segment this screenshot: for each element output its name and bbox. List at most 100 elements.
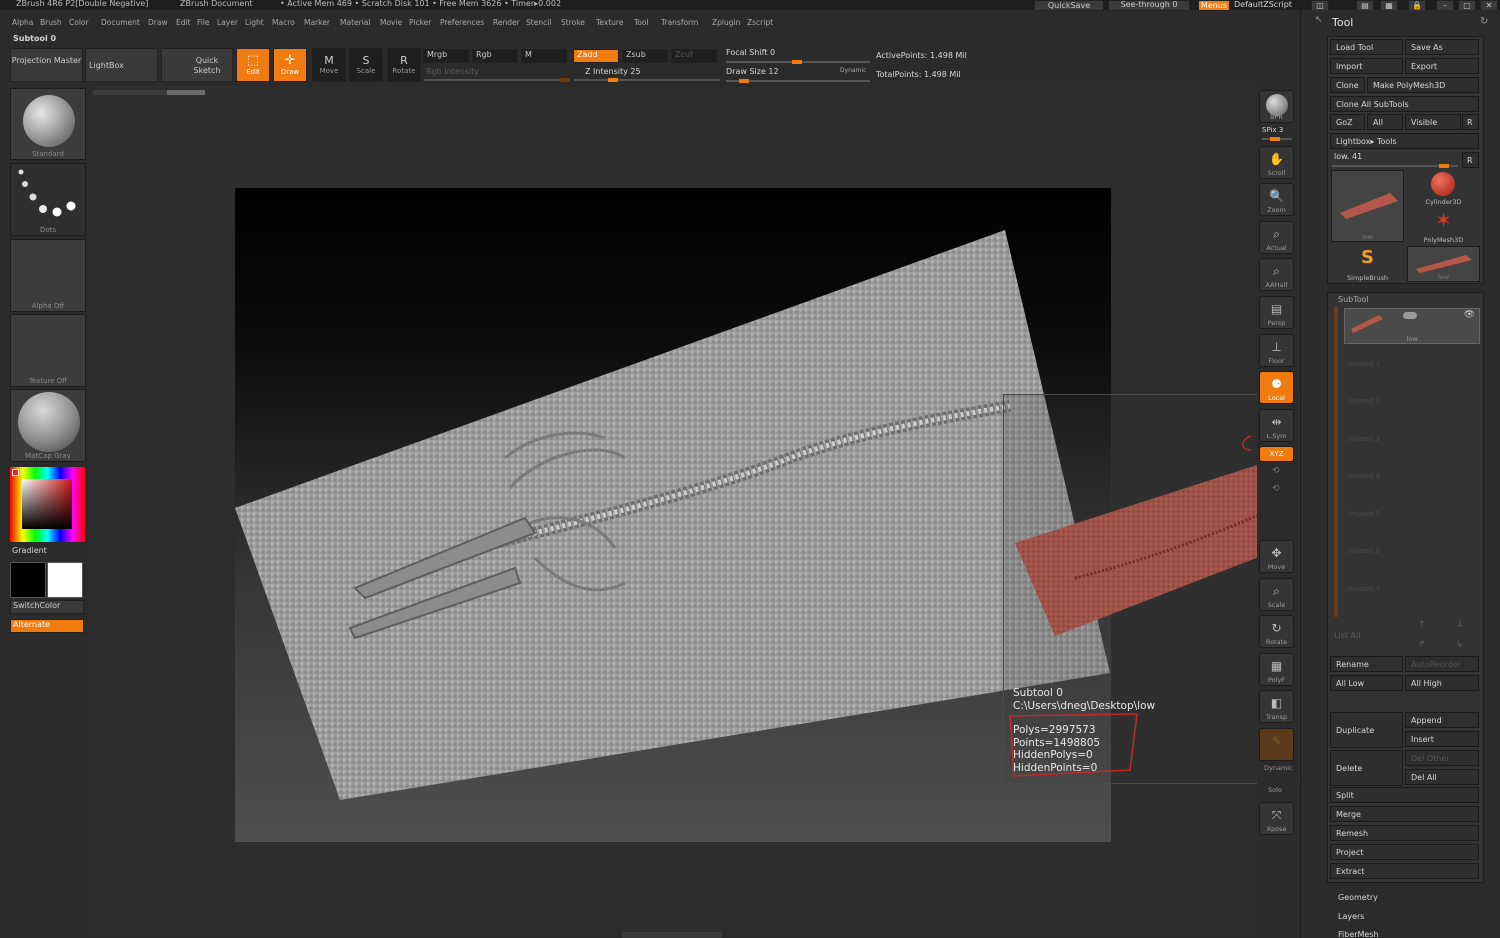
dynamic-label[interactable]: Dynamic xyxy=(1264,764,1293,772)
rgb-intensity-slider[interactable]: Rgb Intensity xyxy=(426,67,479,76)
menu-alpha[interactable]: Alpha xyxy=(12,18,33,27)
aahalf-button[interactable]: ⌕ AAHalf xyxy=(1259,258,1294,291)
move-view-button[interactable]: ✥ Move xyxy=(1259,540,1294,573)
scale-view-button[interactable]: ⌕ Scale xyxy=(1259,578,1294,611)
persp-button[interactable]: ▤ Persp xyxy=(1259,296,1294,329)
menu-layer[interactable]: Layer xyxy=(217,18,238,27)
menu-tool[interactable]: Tool xyxy=(634,18,649,27)
menu-stencil[interactable]: Stencil xyxy=(526,18,551,27)
menu-marker[interactable]: Marker xyxy=(304,18,330,27)
geometry-section[interactable]: Geometry xyxy=(1338,893,1378,902)
spix-slider[interactable]: SPix 3 xyxy=(1262,126,1283,134)
draw-size-slider[interactable]: Draw Size 12 xyxy=(726,67,779,76)
tool-thumb-low-2[interactable]: low xyxy=(1407,246,1480,282)
m-button[interactable]: M xyxy=(521,49,567,63)
subtool-header[interactable]: SubTool xyxy=(1338,295,1369,304)
scale-button[interactable]: S Scale xyxy=(349,48,383,82)
menu-file[interactable]: File xyxy=(197,18,210,27)
edit-button[interactable]: ⬚ Edit xyxy=(236,48,270,82)
zadd-button[interactable]: Zadd xyxy=(573,49,619,63)
merge-button[interactable]: Merge xyxy=(1330,806,1479,822)
all-button[interactable]: All xyxy=(1367,114,1403,130)
extract-button[interactable]: Extract xyxy=(1330,863,1479,879)
subtool-toggle-icon[interactable] xyxy=(1403,312,1417,319)
menu-edit[interactable]: Edit xyxy=(176,18,191,27)
insert-button[interactable]: Insert xyxy=(1405,731,1479,747)
subtool-scrollbar[interactable] xyxy=(1334,307,1338,617)
canvas-scrollbar[interactable] xyxy=(93,90,205,95)
goz-button[interactable]: GoZ xyxy=(1330,114,1365,130)
menu-color[interactable]: Color xyxy=(69,18,89,27)
import-button[interactable]: Import xyxy=(1330,58,1403,74)
menu-zplugin[interactable]: Zplugin xyxy=(712,18,740,27)
secondary-color-swatch[interactable] xyxy=(10,562,46,598)
clone-all-subtools-button[interactable]: Clone All SubTools xyxy=(1330,96,1479,112)
low-tool-slider[interactable]: low. 41 xyxy=(1334,152,1362,161)
stroke-thumbnail[interactable]: Dots xyxy=(10,163,86,236)
delete-button[interactable]: Delete xyxy=(1330,750,1403,786)
scrollbar-thumb[interactable] xyxy=(167,90,205,95)
alternate-button[interactable]: Alternate xyxy=(10,619,84,633)
menu-material[interactable]: Material xyxy=(340,18,370,27)
low-r-button[interactable]: R xyxy=(1462,152,1479,168)
tool-thumb-polymesh3d[interactable]: ✶ PolyMesh3D xyxy=(1407,208,1480,244)
spix-track[interactable] xyxy=(1262,137,1292,141)
tool-thumb-cylinder3d[interactable]: Cylinder3D xyxy=(1407,170,1480,206)
move-down-icon[interactable]: ↓ xyxy=(1456,620,1464,630)
color-square[interactable] xyxy=(22,479,72,529)
gradient-label[interactable]: Gradient xyxy=(12,546,47,555)
xyz-button[interactable]: XYZ xyxy=(1259,446,1294,462)
tool-thumb-simplebrush[interactable]: S SimpleBrush xyxy=(1331,246,1404,282)
z-intensity-slider[interactable]: Z Intensity 25 xyxy=(585,67,641,76)
rotate-z-icon[interactable]: ⟲ xyxy=(1272,484,1280,494)
rgb-button[interactable]: Rgb xyxy=(472,49,518,63)
zcut-button[interactable]: Zcut xyxy=(671,49,717,63)
save-as-button[interactable]: Save As xyxy=(1405,39,1479,55)
move-button[interactable]: M Move xyxy=(312,48,346,82)
menu-picker[interactable]: Picker xyxy=(409,18,431,27)
z-intensity-track[interactable] xyxy=(574,78,720,82)
visible-button[interactable]: Visible xyxy=(1405,114,1461,130)
floor-button[interactable]: ⊥ Floor xyxy=(1259,334,1294,367)
menu-preferences[interactable]: Preferences xyxy=(440,18,484,27)
menu-document[interactable]: Document xyxy=(101,18,140,27)
draw-button[interactable]: ✛ Draw xyxy=(273,48,307,82)
menu-macro[interactable]: Macro xyxy=(272,18,295,27)
menu-brush[interactable]: Brush xyxy=(40,18,62,27)
dynamic-toggle[interactable]: Dynamic xyxy=(840,67,866,74)
move-up-icon[interactable]: ↑ xyxy=(1418,620,1426,630)
brush-thumbnail[interactable]: Standard xyxy=(10,88,86,160)
rename-button[interactable]: Rename xyxy=(1330,656,1403,672)
arrow-up-right-icon[interactable]: ↱ xyxy=(1418,640,1426,650)
append-button[interactable]: Append xyxy=(1405,712,1479,728)
make-polymesh-button[interactable]: Make PolyMesh3D xyxy=(1367,77,1479,93)
tool-thumb-low[interactable]: low xyxy=(1331,170,1404,242)
autoreorder-button[interactable]: AutoReorder xyxy=(1405,656,1479,672)
fibermesh-section[interactable]: FiberMesh xyxy=(1338,930,1379,938)
scroll-button[interactable]: ✋ Scroll xyxy=(1259,146,1294,179)
menu-stroke[interactable]: Stroke xyxy=(561,18,585,27)
menu-render[interactable]: Render xyxy=(493,18,520,27)
quick-sketch-button[interactable]: Quick Sketch xyxy=(161,48,233,82)
list-all-button[interactable]: List All xyxy=(1334,631,1360,640)
transp-button[interactable]: ◧ Transp xyxy=(1259,690,1294,723)
tool-panel-title[interactable]: Tool xyxy=(1332,16,1353,29)
menus-button[interactable]: Menus xyxy=(1198,0,1230,11)
quicksave-button[interactable]: QuickSave xyxy=(1034,0,1104,11)
see-through-slider[interactable]: See-through 0 xyxy=(1108,0,1190,11)
del-other-button[interactable]: Del Other xyxy=(1405,750,1479,766)
split-button[interactable]: Split xyxy=(1330,787,1479,803)
lightbox-tools-button[interactable]: Lightbox▸ Tools xyxy=(1330,133,1479,149)
lightbox-button[interactable]: LightBox xyxy=(85,48,158,82)
lsym-button[interactable]: ⇹ L.Sym xyxy=(1259,409,1294,442)
rotate-button[interactable]: R Rotate xyxy=(387,48,421,82)
draw-size-track[interactable] xyxy=(726,79,870,83)
menu-light[interactable]: Light xyxy=(245,18,264,27)
menu-transform[interactable]: Transform xyxy=(661,18,698,27)
texture-thumbnail[interactable]: Texture Off xyxy=(10,314,86,387)
clone-button[interactable]: Clone xyxy=(1330,77,1365,93)
export-button[interactable]: Export xyxy=(1405,58,1479,74)
all-high-button[interactable]: All High xyxy=(1405,675,1479,691)
polyf-button[interactable]: ▦ PolyF xyxy=(1259,653,1294,686)
actual-button[interactable]: ⌕ Actual xyxy=(1259,221,1294,254)
